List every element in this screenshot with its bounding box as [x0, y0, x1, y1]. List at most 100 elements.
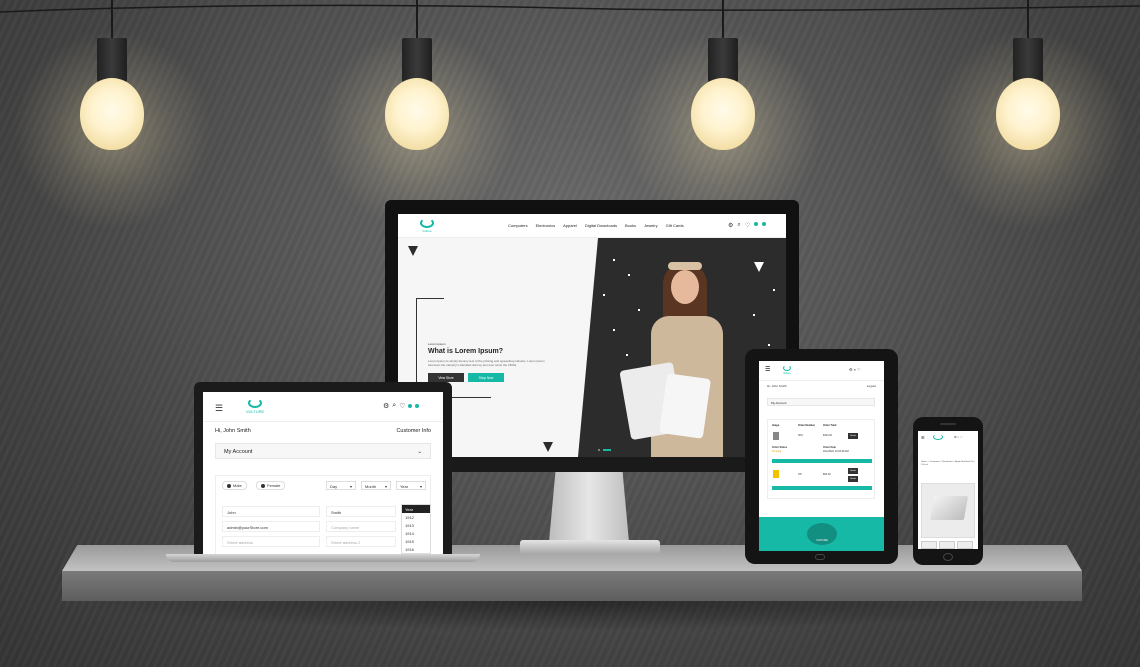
gender-male-radio[interactable]: Male [222, 481, 247, 490]
my-account-dropdown[interactable]: My Account ⌄ [215, 443, 431, 459]
nav-gift-cards[interactable]: Gift Cards [666, 223, 684, 228]
home-button [943, 553, 953, 561]
hero-model-image [619, 256, 743, 457]
shop-now-button[interactable]: Shop Now [468, 373, 504, 382]
customer-info-form: Male Female Day ▾ Month ▾ Year ▾ John Smith… [215, 475, 431, 554]
site-header: Vulture Computers Electronics Apparel Di… [398, 214, 786, 238]
site-logo[interactable]: Vulture [416, 218, 438, 233]
street-address-field[interactable]: Street address [222, 536, 320, 547]
year-options-list: Year 1912 1913 1914 1915 1916 [401, 504, 431, 554]
shelf-shadow [80, 601, 1065, 631]
hamburger-menu-icon[interactable]: ☰ [215, 403, 223, 414]
site-logo[interactable]: Vulture [779, 365, 795, 375]
hamburger-menu-icon[interactable]: ☰ [921, 435, 925, 440]
nav-apparel[interactable]: Apparel [563, 223, 577, 228]
laptop-product-icon [929, 496, 969, 520]
wishlist-badge [762, 222, 767, 226]
year-option[interactable]: 1913 [402, 521, 430, 529]
bird-logo-icon [783, 365, 791, 371]
nav-computers[interactable]: Computers [508, 223, 528, 228]
search-icon[interactable]: ⌕ [737, 222, 740, 229]
year-option[interactable]: 1916 [402, 545, 430, 553]
hero-text: Lorem Ipsum is simply dummy text of the … [428, 359, 545, 367]
last-name-field[interactable]: Smith [326, 506, 396, 517]
product-thumbnails [921, 541, 973, 549]
birth-day-select[interactable]: Day ▾ [326, 481, 356, 490]
orders-table: Image Order Number Order Total SKU $344.… [767, 419, 875, 499]
triangle-deco-icon [754, 262, 764, 272]
user-icon[interactable]: ⚙ [383, 402, 389, 410]
details-button[interactable]: Details [848, 468, 858, 474]
chevron-down-icon: ⌄ [417, 449, 422, 455]
year-option[interactable]: 1914 [402, 529, 430, 537]
phone-screen: ☰ ⚙ ⌕ ♡ Home » Computers » Notebooks » A… [918, 431, 978, 549]
carousel-dots [598, 449, 611, 451]
header-icons[interactable]: ⚙ ⌕ ♡ [849, 367, 861, 372]
nav-jewelry[interactable]: Jewelry [644, 223, 658, 228]
pendant-lamp [623, 0, 823, 230]
lamp-wire [0, 4, 1140, 13]
search-icon[interactable]: ⌕ [392, 402, 396, 410]
monitor-stand [549, 472, 629, 542]
nav-electronics[interactable]: Electronics [536, 223, 556, 228]
breadcrumb: Home » Computers » Notebooks » Apple Mac… [921, 461, 975, 466]
section-title: Customer Info [396, 428, 431, 434]
cart-icon[interactable]: ♡ [399, 402, 405, 410]
expand-row-bar[interactable] [772, 486, 872, 490]
laptop-screen: ☰ VULTURE ⚙ ⌕ ♡ Hi, John Smith Customer … [203, 392, 443, 554]
desktop-screen: Vulture Computers Electronics Apparel Di… [398, 214, 786, 457]
phone-speaker [940, 423, 956, 425]
bird-logo-icon [248, 398, 262, 408]
site-logo[interactable]: VULTURE [243, 398, 267, 414]
column-header: Order Number [798, 424, 815, 427]
thumbnail[interactable] [957, 541, 973, 549]
gender-female-radio[interactable]: Female [256, 481, 286, 490]
details-button[interactable]: Details [848, 476, 858, 482]
header-icons[interactable]: ⚙ ⌕ ♡ [954, 435, 963, 439]
email-field[interactable]: admin@yourStore.com [222, 521, 320, 532]
product-thumbnail [773, 470, 779, 478]
shelf-front [62, 571, 1082, 601]
expand-row-bar[interactable] [772, 459, 872, 463]
bird-logo-icon [420, 218, 434, 228]
triangle-deco-icon [408, 246, 418, 256]
year-option[interactable]: 1912 [402, 513, 430, 521]
year-option[interactable]: 1915 [402, 537, 430, 545]
view-store-button[interactable]: View Store [428, 373, 464, 382]
wishlist-badge [415, 404, 420, 408]
year-option[interactable]: Year [402, 505, 430, 513]
birth-year-select[interactable]: Year ▾ [396, 481, 426, 490]
nav-books[interactable]: Books [625, 223, 636, 228]
header-icons: ⚙ ⌕ ♡ [728, 222, 767, 229]
order-number: OP [798, 473, 802, 476]
product-thumbnail [773, 432, 779, 440]
order-total: $93.00 [823, 473, 831, 476]
company-field[interactable]: Company name [326, 521, 396, 532]
main-nav: Computers Electronics Apparel Digital Do… [508, 223, 684, 228]
order-number: SKU [798, 434, 804, 437]
user-icon[interactable]: ⚙ [728, 222, 733, 229]
hero-eyebrow: Lorem Ipsum [428, 342, 446, 346]
cart-icon[interactable]: ♡ [745, 222, 750, 229]
details-button[interactable]: Details [848, 433, 858, 439]
thumbnail[interactable] [939, 541, 955, 549]
order-date-value: 4/11/2022 10:33:46 AM [823, 450, 849, 453]
tablet: ☰ Vulture ⚙ ⌕ ♡ Hi, John Smith Logout My… [745, 349, 898, 564]
nav-digital-downloads[interactable]: Digital Downloads [585, 223, 617, 228]
site-header: ☰ VULTURE ⚙ ⌕ ♡ [203, 392, 443, 422]
order-date-label: Order Date [823, 446, 836, 449]
greeting: Hi, John Smith [767, 384, 787, 388]
hamburger-menu-icon[interactable]: ☰ [765, 366, 770, 373]
birth-month-select[interactable]: Month ▾ [361, 481, 391, 490]
my-account-dropdown[interactable]: My Account [767, 398, 875, 406]
street-address2-field[interactable]: Street address 2 [326, 536, 396, 547]
site-header: ☰ Vulture ⚙ ⌕ ♡ [759, 361, 884, 381]
pendant-lamp [12, 0, 212, 230]
order-total: $344.00 [823, 434, 833, 437]
monitor-stand-base [520, 540, 660, 554]
first-name-field[interactable]: John [222, 506, 320, 517]
logout-link[interactable]: Logout [867, 384, 876, 388]
thumbnail[interactable] [921, 541, 937, 549]
column-header: Order Total [823, 424, 837, 427]
bird-logo-icon[interactable] [933, 434, 943, 440]
